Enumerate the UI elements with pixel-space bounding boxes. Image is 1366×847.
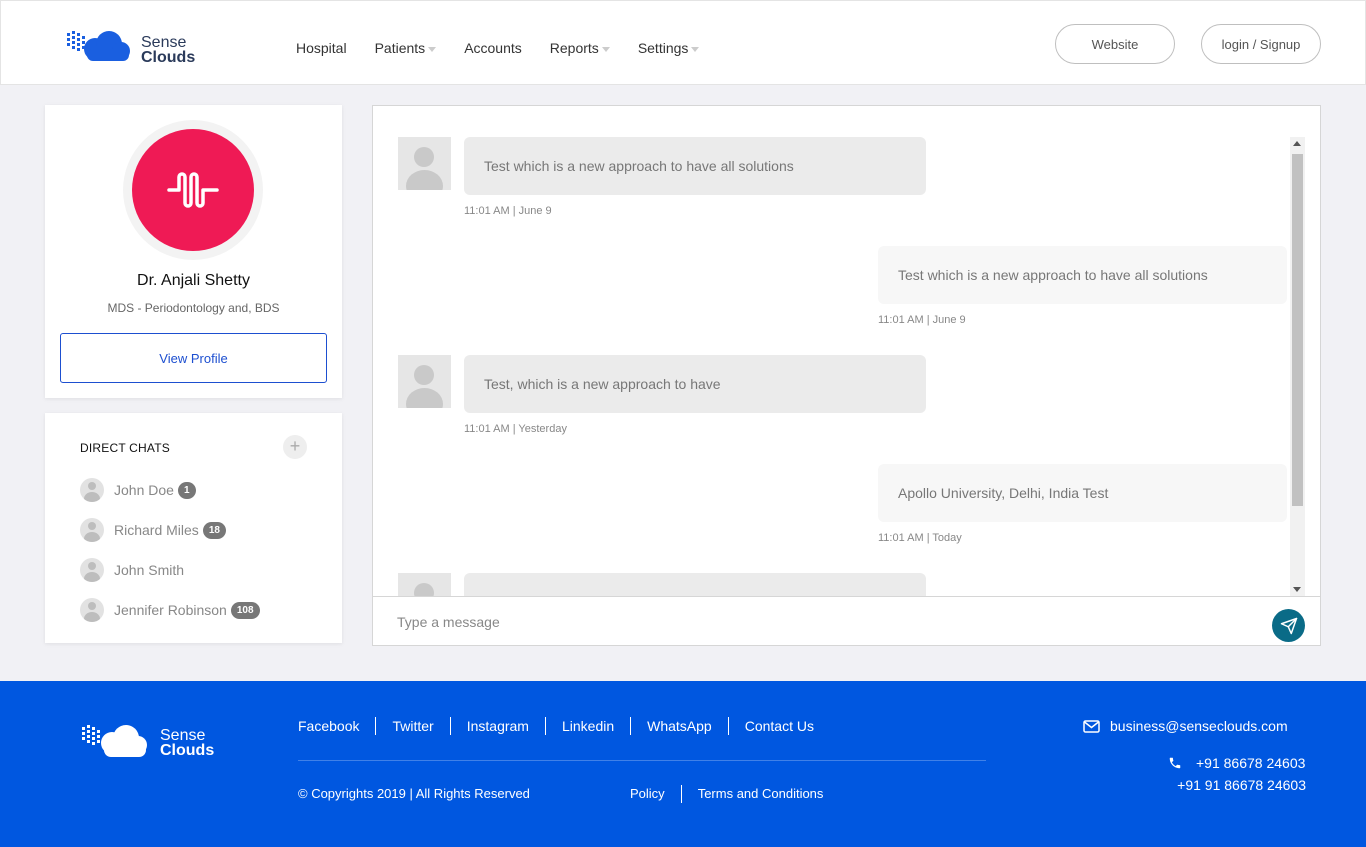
- chevron-down-icon: [601, 46, 610, 52]
- footer-logo-line1: Sense: [160, 727, 206, 744]
- nav-accounts[interactable]: Accounts: [464, 40, 522, 56]
- cloud-logo-icon: [67, 31, 130, 61]
- sender-avatar-icon: [398, 137, 451, 190]
- contact-name: John Doe: [114, 482, 174, 498]
- chat-contact[interactable]: Richard Miles 18: [80, 518, 226, 542]
- direct-chats-title: DIRECT CHATS: [80, 441, 170, 455]
- message-timestamp: 11:01 AM | Yesterday: [464, 423, 567, 435]
- footer-divider: [298, 760, 986, 761]
- doctor-avatar: [132, 129, 254, 251]
- message-scrollbar[interactable]: [1290, 137, 1305, 596]
- user-avatar-icon: [80, 478, 104, 502]
- send-icon: [1280, 617, 1297, 634]
- main-nav: Hospital Patients Accounts Reports Setti…: [296, 40, 727, 56]
- user-avatar-icon: [80, 518, 104, 542]
- nav-reports[interactable]: Reports: [550, 40, 610, 56]
- plus-icon[interactable]: +: [283, 435, 307, 459]
- footer-logo[interactable]: Sense Clouds: [80, 721, 240, 761]
- chat-contact[interactable]: Jennifer Robinson 108: [80, 598, 260, 622]
- message-timestamp: 11:01 AM | June 9: [878, 314, 966, 326]
- policy-link[interactable]: Policy: [614, 785, 682, 803]
- footer-phone[interactable]: +91 86678 24603: [1168, 755, 1305, 771]
- nav-accounts-label: Accounts: [464, 40, 522, 56]
- chevron-down-icon: [691, 46, 700, 52]
- message-bubble-incoming: Test which is a new approach to have all…: [464, 137, 926, 195]
- login-signup-button[interactable]: login / Signup: [1201, 24, 1321, 64]
- unread-badge: 108: [230, 601, 260, 619]
- sender-avatar-icon: [398, 355, 451, 408]
- message-bubble-incoming: Test, which is a new approach to have: [464, 355, 926, 413]
- message-bubble-outgoing: Apollo University, Delhi, India Test: [878, 464, 1287, 522]
- nav-reports-label: Reports: [549, 40, 599, 56]
- message-timestamp: 11:01 AM | Today: [878, 532, 962, 544]
- message-input[interactable]: [397, 607, 1257, 637]
- avatar: [123, 120, 263, 260]
- instagram-link[interactable]: Instagram: [451, 717, 546, 735]
- footer-email[interactable]: business@senseclouds.com: [1083, 718, 1288, 734]
- send-button[interactable]: [1272, 609, 1305, 642]
- message-bubble-incoming: [464, 573, 926, 596]
- direct-chats-card: DIRECT CHATS + John Doe 1 Richard Miles …: [45, 413, 342, 643]
- sender-avatar-icon: [398, 573, 451, 596]
- unread-badge: 18: [202, 521, 226, 539]
- nav-hospital[interactable]: Hospital: [296, 40, 347, 56]
- footer-social-links: Facebook Twitter Instagram Linkedin What…: [298, 717, 830, 735]
- contact-name: Jennifer Robinson: [114, 602, 227, 618]
- waveform-logo-icon: [167, 172, 219, 208]
- user-avatar-icon: [80, 598, 104, 622]
- user-avatar-icon: [80, 558, 104, 582]
- phone-text-1: +91 86678 24603: [1196, 755, 1306, 771]
- facebook-link[interactable]: Facebook: [298, 717, 377, 735]
- copyright-text: © Copyrights 2019 | All Rights Reserved: [298, 786, 530, 801]
- chat-contact[interactable]: John Doe 1: [80, 478, 196, 502]
- footer-legal-links: Policy Terms and Conditions: [614, 785, 839, 803]
- email-text: business@senseclouds.com: [1110, 718, 1288, 734]
- nav-patients-label: Patients: [374, 40, 426, 56]
- chat-contact[interactable]: John Smith: [80, 558, 184, 582]
- scroll-up-arrow-icon[interactable]: [1293, 141, 1301, 146]
- scroll-down-arrow-icon[interactable]: [1293, 587, 1301, 592]
- contact-name: Richard Miles: [114, 522, 199, 538]
- doctor-profile-card: Dr. Anjali Shetty MDS - Periodontology a…: [45, 105, 342, 398]
- top-header: Sense Clouds Hospital Patients Accounts …: [0, 0, 1366, 85]
- sense-clouds-logo[interactable]: Sense Clouds: [65, 27, 205, 67]
- logo-line1: Sense: [141, 34, 187, 51]
- envelope-icon: [1083, 719, 1100, 733]
- whatsapp-link[interactable]: WhatsApp: [631, 717, 729, 735]
- unread-badge: 1: [177, 481, 196, 499]
- nav-hospital-label: Hospital: [296, 40, 347, 56]
- terms-link[interactable]: Terms and Conditions: [682, 785, 840, 803]
- logo-text: Sense Clouds: [141, 34, 196, 66]
- chevron-down-icon: [428, 46, 437, 52]
- nav-patients[interactable]: Patients: [375, 40, 437, 56]
- logo-line2: Clouds: [141, 49, 196, 66]
- nav-settings-label: Settings: [637, 40, 689, 56]
- footer-logo-text: Sense Clouds: [160, 727, 215, 759]
- website-button[interactable]: Website: [1055, 24, 1175, 64]
- doctor-degree: MDS - Periodontology and, BDS: [107, 301, 280, 315]
- message-bubble-outgoing: Test which is a new approach to have all…: [878, 246, 1287, 304]
- cloud-logo-icon: [82, 725, 147, 757]
- contact-us-link[interactable]: Contact Us: [729, 717, 830, 735]
- view-profile-button[interactable]: View Profile: [60, 333, 327, 383]
- message-list[interactable]: Test which is a new approach to have all…: [373, 106, 1320, 596]
- contact-name: John Smith: [114, 562, 185, 578]
- footer-logo-line2: Clouds: [160, 742, 215, 759]
- nav-settings[interactable]: Settings: [638, 40, 700, 56]
- phone-icon: [1169, 757, 1181, 769]
- twitter-link[interactable]: Twitter: [376, 717, 451, 735]
- chat-panel: Test which is a new approach to have all…: [372, 105, 1321, 646]
- doctor-name: Dr. Anjali Shetty: [137, 272, 250, 289]
- message-timestamp: 11:01 AM | June 9: [464, 205, 552, 217]
- phone-text-2[interactable]: +91 91 86678 24603: [1177, 777, 1306, 793]
- scrollbar-thumb[interactable]: [1292, 154, 1303, 506]
- site-footer: Sense Clouds Facebook Twitter Instagram …: [0, 681, 1366, 847]
- linkedin-link[interactable]: Linkedin: [546, 717, 632, 735]
- message-composer: [373, 596, 1320, 645]
